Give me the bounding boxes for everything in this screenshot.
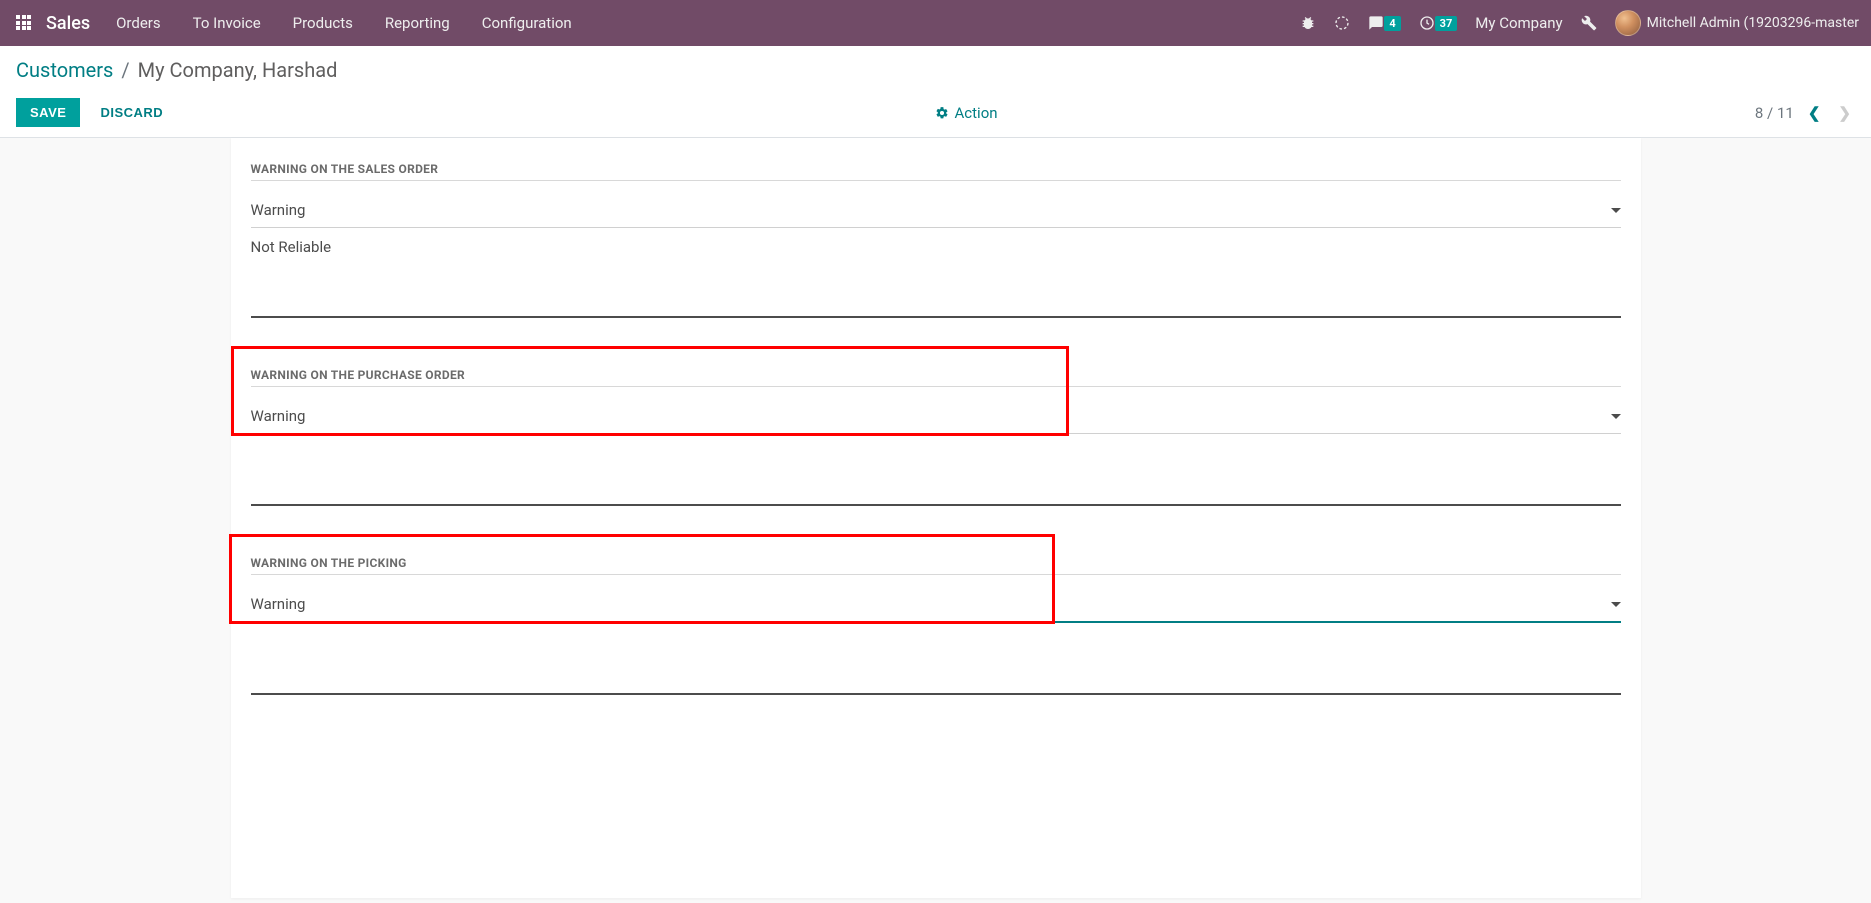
picking-message-input[interactable] [251,623,1621,695]
nav-orders[interactable]: Orders [102,8,175,38]
pager-prev[interactable]: ❮ [1804,102,1825,124]
activities-badge: 37 [1435,16,1458,31]
purchase-order-warning-select[interactable]: Warning [251,399,1621,434]
action-label: Action [955,104,998,122]
section-picking-title: WARNING ON THE PICKING [251,556,1621,575]
support-icon[interactable] [1330,11,1354,35]
user-menu[interactable]: Mitchell Admin (19203296-master [1611,6,1863,40]
dropdown-caret-icon [1611,414,1621,419]
section-sales-order-title: WARNING ON THE SALES ORDER [251,162,1621,181]
section-picking: WARNING ON THE PICKING Warning [231,556,1641,695]
breadcrumb-current: My Company, Harshad [138,58,338,82]
purchase-order-warning-value: Warning [251,403,1611,429]
user-name: Mitchell Admin (19203296-master [1647,15,1859,31]
nav-products[interactable]: Products [279,8,367,38]
sales-order-message-input[interactable]: Not Reliable [251,232,1621,318]
dropdown-caret-icon [1611,208,1621,213]
picking-warning-select[interactable]: Warning [251,587,1621,623]
tools-icon[interactable] [1577,11,1601,35]
debug-icon[interactable] [1296,11,1320,35]
breadcrumb: Customers / My Company, Harshad [16,58,1855,82]
dropdown-caret-icon [1611,602,1621,607]
section-purchase-order: WARNING ON THE PURCHASE ORDER Warning [231,368,1641,506]
purchase-order-message-input[interactable] [251,434,1621,506]
messages-icon[interactable]: 4 [1364,11,1404,35]
section-purchase-order-title: WARNING ON THE PURCHASE ORDER [251,368,1621,387]
breadcrumb-separator: / [121,58,129,82]
app-brand[interactable]: Sales [46,13,90,34]
systray: 4 37 My Company Mitchell Admin (19203296… [1296,6,1863,40]
sales-order-warning-select[interactable]: Warning [251,193,1621,228]
section-sales-order: WARNING ON THE SALES ORDER Warning Not R… [231,162,1641,318]
user-avatar [1615,10,1641,36]
pager-text: 8 / 11 [1755,104,1794,122]
picking-warning-value: Warning [251,591,1611,617]
control-panel: Customers / My Company, Harshad SAVE DIS… [0,46,1871,138]
breadcrumb-parent[interactable]: Customers [16,58,113,82]
action-menu[interactable]: Action [935,104,998,122]
pager-next[interactable]: ❯ [1834,102,1855,124]
discard-button[interactable]: DISCARD [86,98,177,127]
pager: 8 / 11 ❮ ❯ [1755,102,1855,124]
apps-icon[interactable] [8,7,40,39]
nav-menu: Orders To Invoice Products Reporting Con… [102,8,586,38]
sales-order-warning-value: Warning [251,197,1611,223]
nav-configuration[interactable]: Configuration [468,8,586,38]
messages-badge: 4 [1384,16,1400,31]
nav-to-invoice[interactable]: To Invoice [179,8,275,38]
form-sheet: WARNING ON THE SALES ORDER Warning Not R… [231,138,1641,898]
company-switcher[interactable]: My Company [1471,10,1566,36]
main-navbar: Sales Orders To Invoice Products Reporti… [0,0,1871,46]
activities-icon[interactable]: 37 [1415,11,1462,35]
nav-reporting[interactable]: Reporting [371,8,464,38]
save-button[interactable]: SAVE [16,98,80,127]
